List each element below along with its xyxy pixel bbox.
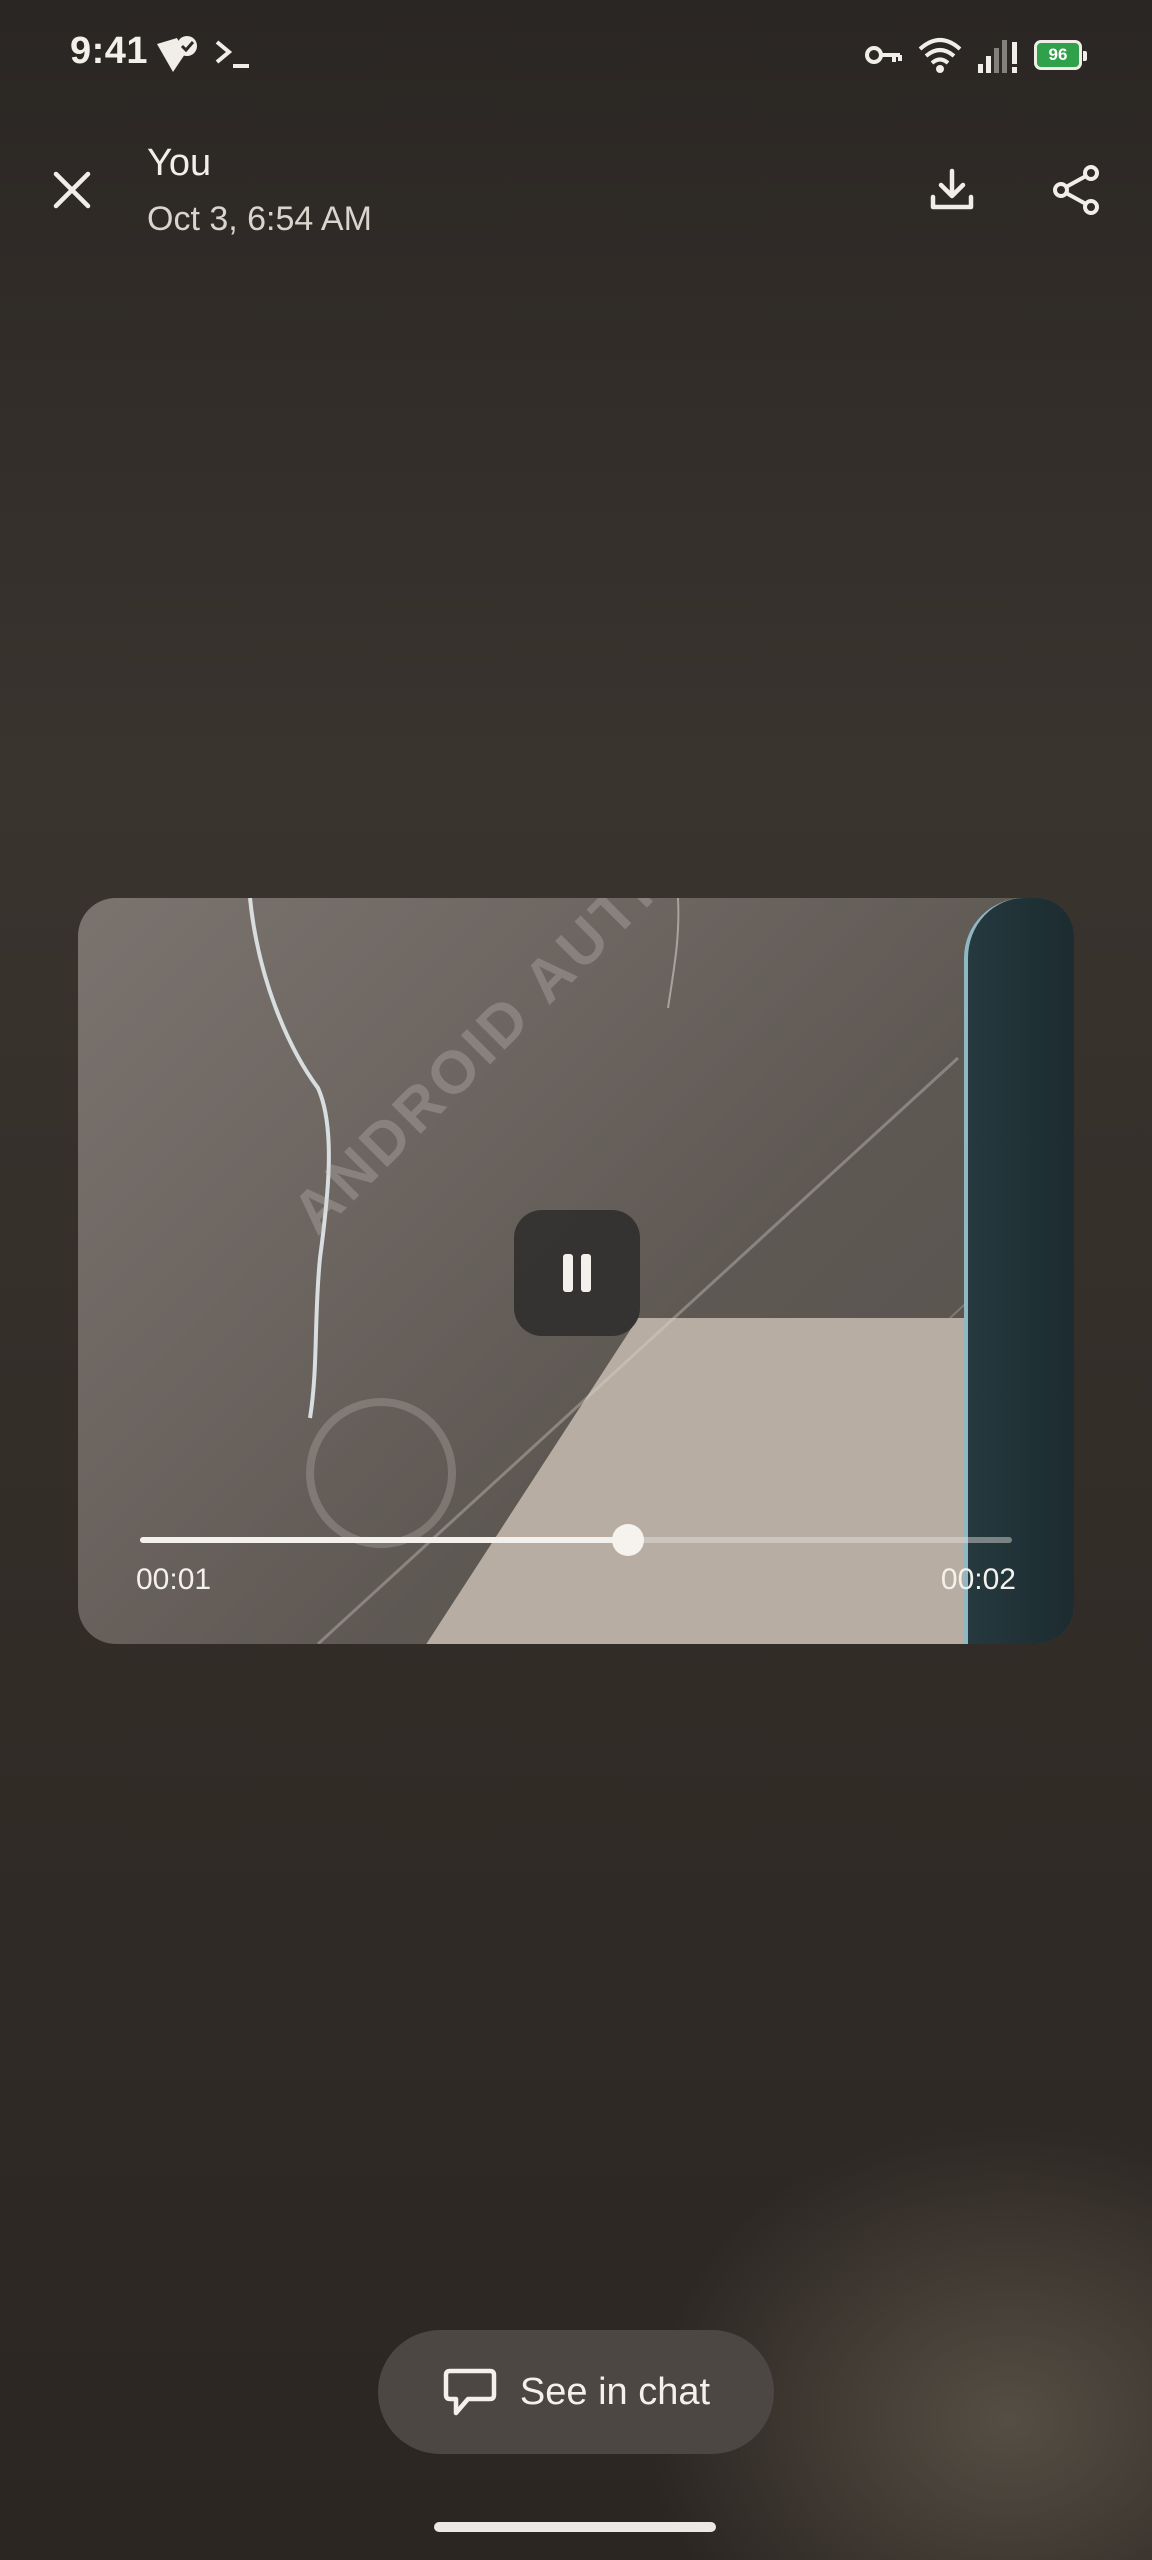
vpn-key-icon bbox=[865, 46, 902, 64]
battery-charging-icon: 96 bbox=[1034, 40, 1087, 70]
chat-bubble-icon bbox=[443, 2368, 497, 2416]
download-icon bbox=[930, 168, 974, 210]
status-right-icons: 96 bbox=[864, 36, 1087, 74]
pause-icon bbox=[563, 1254, 591, 1292]
video-seek-bar[interactable] bbox=[140, 1524, 1012, 1556]
top-app-bar: You Oct 3, 6:54 AM bbox=[0, 130, 1152, 260]
close-icon bbox=[53, 171, 91, 209]
share-button[interactable] bbox=[1044, 158, 1108, 222]
message-timestamp: Oct 3, 6:54 AM bbox=[147, 200, 372, 238]
video-progress-fill bbox=[140, 1537, 629, 1543]
status-left-icons bbox=[155, 34, 253, 74]
watermark-logo bbox=[306, 1398, 456, 1548]
close-button[interactable] bbox=[42, 160, 102, 220]
signal-icon bbox=[978, 40, 1017, 73]
download-button[interactable] bbox=[920, 158, 984, 222]
status-time: 9:41 bbox=[70, 30, 149, 72]
video-current-time: 00:01 bbox=[136, 1563, 212, 1596]
battery-level: 96 bbox=[1048, 45, 1068, 64]
sender-name: You bbox=[147, 142, 212, 184]
share-icon bbox=[1053, 165, 1099, 215]
video-total-time: 00:02 bbox=[940, 1563, 1016, 1596]
see-in-chat-button[interactable]: See in chat bbox=[378, 2330, 774, 2454]
video-frame-shadow bbox=[964, 898, 1074, 1644]
wifi-icon bbox=[918, 38, 962, 73]
status-bar: 9:41 96 bbox=[0, 0, 1152, 115]
home-indicator[interactable] bbox=[434, 2522, 716, 2532]
video-player[interactable]: ANDROID AUTHORITY 00:01 00:02 bbox=[78, 898, 1074, 1644]
maps-check-icon bbox=[157, 36, 197, 72]
pause-button[interactable] bbox=[514, 1210, 640, 1336]
see-in-chat-label: See in chat bbox=[519, 2370, 711, 2413]
terminal-icon bbox=[215, 40, 249, 68]
